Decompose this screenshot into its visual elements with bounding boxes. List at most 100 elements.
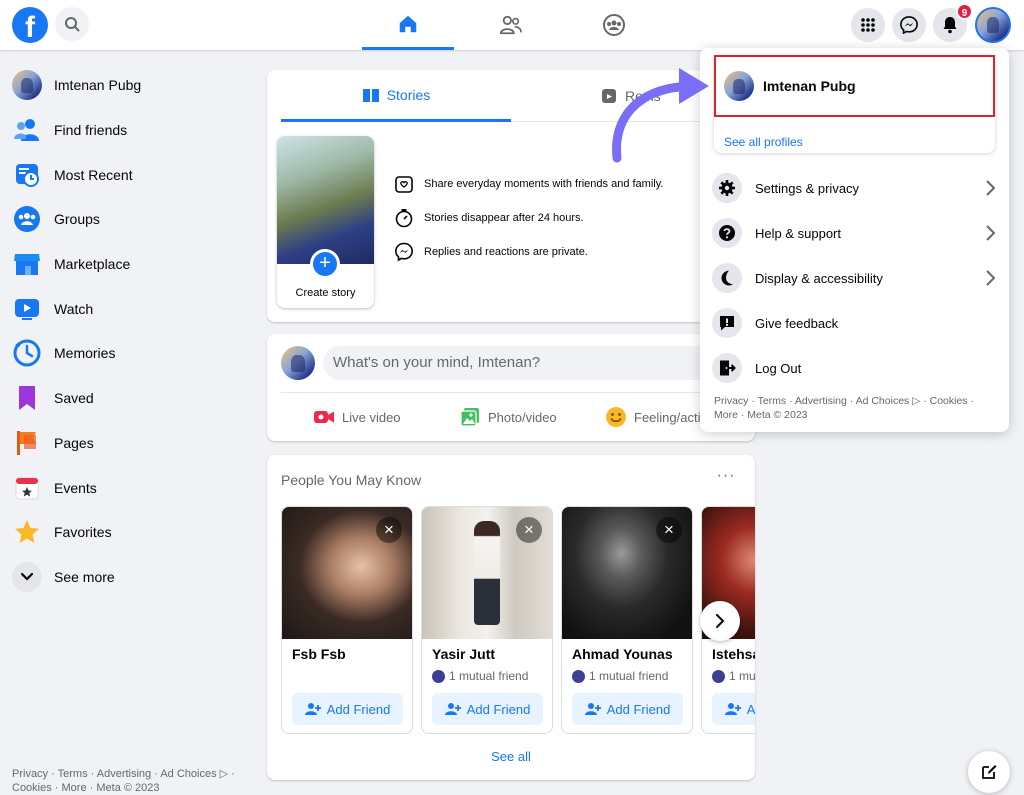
profile-switcher: Imtenan Pubg See all profiles — [714, 55, 995, 153]
menu-item-settings-privacy[interactable]: Settings & privacy — [712, 168, 1000, 208]
add-friend-icon — [304, 703, 321, 715]
plus-icon: + — [310, 249, 340, 279]
close-icon[interactable]: × — [376, 517, 402, 543]
person-card[interactable]: × Fsb Fsb Add Friend — [281, 506, 413, 734]
sidebar-item-label: Groups — [54, 211, 100, 228]
live-video-button[interactable]: Live video — [313, 404, 401, 430]
person-card[interactable]: × Ahmad Younas 1 mutual friend Add Frien… — [561, 506, 693, 734]
sidebar-item-marketplace[interactable]: Marketplace — [8, 242, 248, 287]
search-icon — [65, 17, 80, 32]
chevron-right-icon — [980, 268, 1000, 288]
messenger-icon — [393, 241, 415, 263]
logout-icon — [712, 353, 742, 383]
avatar — [12, 70, 42, 101]
sidebar-item-label: Imtenan Pubg — [54, 77, 142, 94]
person-card[interactable]: × Yasir Jutt 1 mutual friend Add Friend — [421, 506, 553, 734]
facebook-logo-icon[interactable]: f — [12, 7, 48, 43]
photo-video-label: Photo/video — [488, 409, 557, 425]
grid-menu-icon — [861, 18, 875, 32]
sidebar-item-favorites[interactable]: Favorites — [8, 510, 248, 555]
sidebar-item-find-friends[interactable]: Find friends — [8, 108, 248, 153]
add-friend-button[interactable]: Add Friend — [572, 693, 683, 725]
add-friend-button[interactable]: Add Friend — [292, 693, 403, 725]
smiley-icon — [605, 406, 627, 428]
chevron-right-icon — [980, 178, 1000, 198]
close-icon[interactable]: × — [516, 517, 542, 543]
add-friend-button[interactable]: Add Friend — [432, 693, 543, 725]
next-button[interactable] — [700, 601, 740, 641]
add-friend-icon — [724, 703, 741, 715]
account-avatar-button[interactable] — [975, 7, 1011, 43]
menu-button[interactable] — [851, 8, 885, 42]
video-icon — [12, 294, 42, 324]
mutual-friends: 1 mutual friend — [572, 669, 668, 683]
menu-item-label: Display & accessibility — [755, 270, 883, 286]
notifications-button[interactable]: 9 — [933, 3, 973, 42]
story-info-text: Stories disappear after 24 hours. — [424, 212, 584, 224]
notification-badge: 9 — [956, 3, 973, 20]
sidebar-item-profile[interactable]: Imtenan Pubg — [8, 63, 248, 108]
sidebar-item-label: Favorites — [54, 524, 112, 541]
sidebar-item-label: Most Recent — [54, 166, 133, 183]
tab-home[interactable] — [362, 0, 454, 50]
sidebar-item-see-more[interactable]: See more — [8, 555, 248, 600]
mutual-friends-text: 1 mutual friend — [449, 669, 529, 683]
photo-video-button[interactable]: Photo/video — [459, 404, 557, 430]
menu-item-give-feedback[interactable]: Give feedback — [712, 303, 1000, 343]
avatar — [724, 71, 754, 101]
timer-icon — [393, 207, 415, 229]
menu-item-label: Give feedback — [755, 315, 839, 331]
see-all-profiles-link[interactable]: See all profiles — [724, 135, 803, 149]
tab-friends[interactable] — [465, 0, 557, 50]
sidebar-item-events[interactable]: Events — [8, 465, 248, 510]
create-story-label: Create story — [295, 287, 356, 299]
sidebar-item-saved[interactable]: Saved — [8, 376, 248, 421]
friends-icon — [12, 115, 42, 145]
groups-icon — [12, 204, 42, 234]
cards-icon — [393, 173, 415, 195]
sidebar-item-groups[interactable]: Groups — [8, 197, 248, 242]
menu-item-help-support[interactable]: Help & support — [712, 213, 1000, 253]
tab-groups[interactable] — [568, 0, 660, 50]
bookmark-icon — [12, 383, 42, 413]
sidebar-item-label: Pages — [54, 434, 94, 451]
left-sidebar: Imtenan Pubg Find friends Most Recent Gr… — [8, 63, 248, 599]
person-figure — [474, 521, 500, 625]
edit-icon — [982, 765, 997, 779]
mutual-friends: 1 mutual friend — [712, 669, 755, 683]
star-icon — [12, 517, 42, 547]
sidebar-item-label: Find friends — [54, 122, 128, 139]
tab-stories-label: Stories — [386, 86, 431, 103]
mutual-avatar — [572, 669, 585, 683]
profile-row[interactable]: Imtenan Pubg — [714, 55, 995, 117]
new-message-button[interactable] — [968, 751, 1010, 793]
see-all-link[interactable]: See all — [267, 749, 755, 764]
sidebar-item-most-recent[interactable]: Most Recent — [8, 152, 248, 197]
gear-icon — [712, 173, 742, 203]
mutual-friends: 1 mutual friend — [432, 669, 528, 683]
whats-on-your-mind-input[interactable]: What's on your mind, Imtenan? — [323, 346, 743, 380]
search-button[interactable] — [55, 7, 89, 41]
create-story-button[interactable]: + Create story — [277, 136, 374, 308]
menu-footer-links[interactable]: Privacy · Terms · Advertising · Ad Choic… — [714, 394, 994, 422]
divider — [281, 392, 741, 393]
messenger-button[interactable] — [892, 8, 926, 42]
menu-item-display-accessibility[interactable]: Display & accessibility — [712, 258, 1000, 298]
more-options-button[interactable]: ··· — [712, 467, 740, 491]
mutual-avatar — [712, 669, 725, 683]
account-menu: Imtenan Pubg See all profiles Settings &… — [700, 48, 1009, 432]
post-composer: What's on your mind, Imtenan? Live video… — [267, 334, 755, 441]
left-footer-links[interactable]: Privacy · Terms · Advertising · Ad Choic… — [12, 767, 242, 795]
sidebar-item-watch[interactable]: Watch — [8, 286, 248, 331]
story-info-text: Replies and reactions are private. — [424, 246, 588, 258]
sidebar-item-pages[interactable]: Pages — [8, 421, 248, 466]
live-video-icon — [313, 406, 335, 428]
add-friend-label: Add Friend — [326, 701, 391, 717]
menu-item-log-out[interactable]: Log Out — [712, 348, 1000, 388]
chevron-right-icon — [980, 223, 1000, 243]
add-friend-button[interactable]: Add Friend — [712, 693, 755, 725]
add-friend-label: Add Friend — [746, 701, 755, 717]
close-icon[interactable]: × — [656, 517, 682, 543]
sidebar-item-memories[interactable]: Memories — [8, 331, 248, 376]
tab-stories[interactable]: Stories — [281, 70, 511, 122]
